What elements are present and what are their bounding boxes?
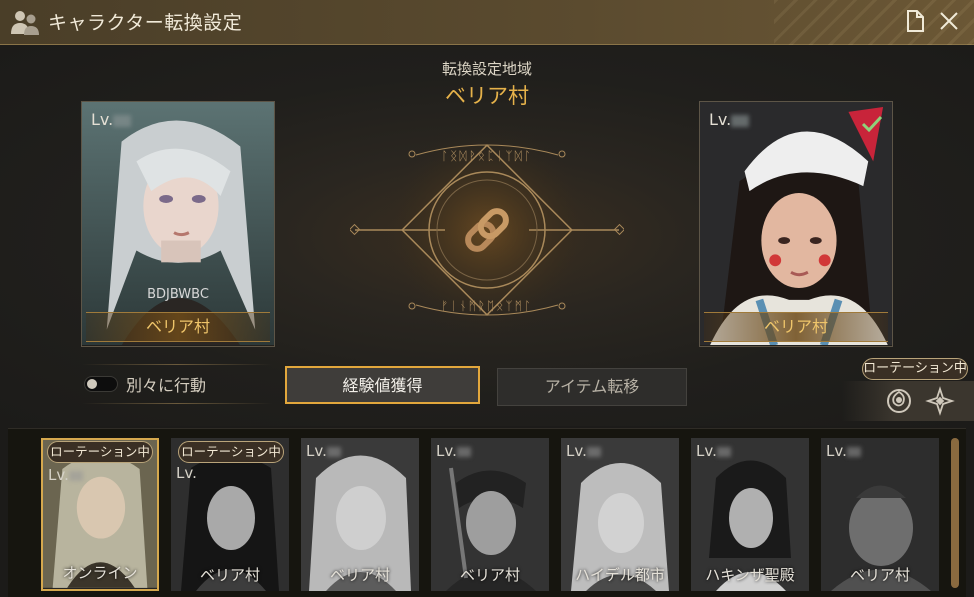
region-label: 転換設定地域 [441, 60, 532, 78]
character-location: ハイデル都市 [575, 566, 665, 584]
character-slot-6[interactable]: Lv. ハキンザ聖殿 [691, 438, 809, 591]
character-location: ハキンザ聖殿 [705, 566, 795, 584]
svg-text:ᚠᛁᚾᛗᚱᛖᛟᛉᛗᛚ: ᚠᛁᚾᛗᚱᛖᛟᛉᛗᛚ [441, 299, 533, 313]
character-level: Lv. [436, 442, 471, 460]
slot-rotation-badge: ローテーション中 [178, 441, 284, 463]
target-character-card[interactable]: Lv. ベリア村 [699, 101, 893, 347]
document-icon[interactable] [905, 10, 925, 32]
character-level: Lv. [566, 442, 601, 460]
separate-action-toggle[interactable] [84, 376, 118, 392]
character-location: ベリア村 [329, 566, 390, 584]
target-location: ベリア村 [704, 312, 888, 342]
close-icon[interactable] [938, 10, 960, 32]
characters-icon [11, 11, 39, 35]
character-location: オンライン [62, 564, 138, 582]
window-title: キャラクター転換設定 [48, 12, 243, 34]
character-level: Lv. [826, 442, 861, 460]
separate-action-toggle-row: 別々に行動 [82, 364, 272, 404]
tab-item-transfer[interactable]: アイテム転移 [497, 368, 687, 406]
rotation-status-badge: ローテーション中 [862, 358, 968, 380]
character-level: Lv. [48, 466, 83, 484]
character-level: Lv. [176, 464, 197, 482]
title-bar: キャラクター転換設定 [0, 0, 974, 45]
cross-emblem-icon[interactable] [925, 386, 955, 416]
toggle-knob [87, 379, 97, 389]
check-icon [861, 115, 883, 133]
scrollbar-thumb[interactable] [951, 438, 959, 588]
separate-action-label: 別々に行動 [126, 376, 207, 395]
source-character-card[interactable]: Lv. BDJBWBC ベリア村 [81, 101, 275, 347]
character-level: Lv. [306, 442, 341, 460]
slot-rotation-badge: ローテーション中 [47, 441, 153, 463]
character-slot-7[interactable]: Lv. ベリア村 [821, 438, 939, 591]
character-slot-4[interactable]: Lv. ベリア村 [431, 438, 549, 591]
character-location: ベリア村 [459, 566, 520, 584]
character-location: ベリア村 [849, 566, 910, 584]
character-slot-3[interactable]: Lv. ベリア村 [301, 438, 419, 591]
divider [82, 364, 272, 365]
link-emblem: ᛚᛝᛞᚹᛟᛈᛁᛉᛞᛚ ᚠᛁᚾᛗᚱᛖᛟᛉᛗᛚ [350, 125, 624, 335]
target-level: Lv. [709, 110, 750, 129]
source-character-name: BDJBWBC [147, 287, 209, 302]
character-list-scrollbar[interactable] [951, 438, 959, 588]
divider [82, 403, 272, 404]
svg-text:ᛚᛝᛞᚹᛟᛈᛁᛉᛞᛚ: ᛚᛝᛞᚹᛟᛈᛁᛉᛞᛚ [441, 149, 533, 163]
source-location: ベリア村 [86, 312, 270, 342]
character-location: ベリア村 [199, 566, 260, 584]
source-level: Lv. [91, 110, 132, 129]
character-level: Lv. [696, 442, 731, 460]
rose-emblem-icon[interactable] [884, 386, 914, 416]
source-character-portrait [82, 102, 274, 346]
character-slot-5[interactable]: Lv. ハイデル都市 [561, 438, 679, 591]
target-character-portrait [700, 102, 892, 346]
tab-exp-gain[interactable]: 経験値獲得 [285, 366, 480, 404]
